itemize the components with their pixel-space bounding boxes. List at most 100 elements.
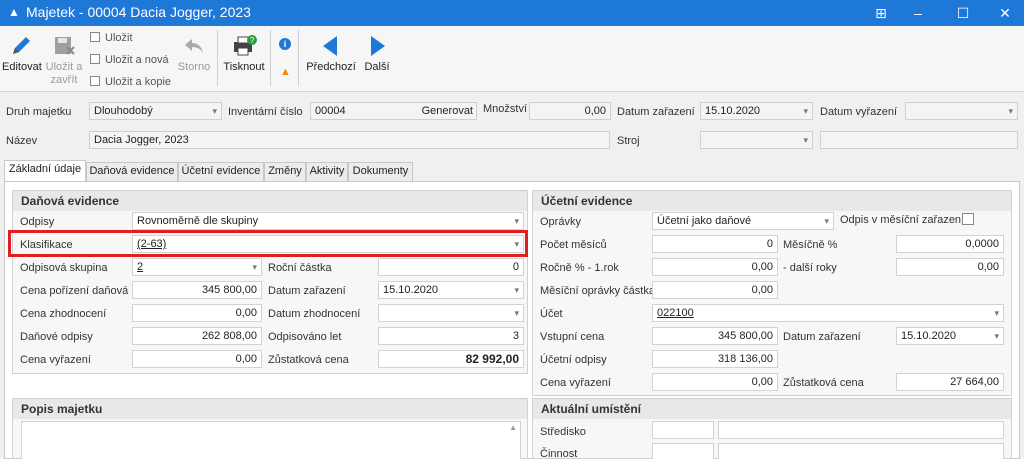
druh-select[interactable]: Dlouhodobý [89,102,222,120]
qty-field[interactable]: 0,00 [529,102,611,120]
dalsi-roky-field[interactable]: 0,00 [896,258,1004,276]
stredisko-name-field[interactable] [718,421,1004,439]
ucet-zustatkova-cena-field[interactable]: 27 664,00 [896,373,1004,391]
save-button[interactable]: Uložit [90,32,133,44]
minimize-button[interactable]: – [903,2,933,24]
inv-label: Inventární číslo [228,106,303,118]
ucet-select[interactable]: 022100 [652,304,1004,322]
date-in-label: Datum zařazení [617,106,695,118]
vstupni-cena-field[interactable]: 345 800,00 [652,327,778,345]
cena-vyrazeni-field[interactable]: 0,00 [132,350,262,368]
ucet-cena-vyrazeni-label: Cena vyřazení [540,377,611,389]
toolbar: Editovat Uložit a zavřít Uložit Uložit a… [0,26,1024,92]
cena-porizeni-field[interactable]: 345 800,00 [132,281,262,299]
stroj-select[interactable] [700,131,813,149]
app-logo-icon: ▲ [8,5,20,19]
svg-text:?: ? [250,36,255,45]
datum-zarazeni-field[interactable]: 15.10.2020 [378,281,524,299]
rocni-castka-label: Roční částka [268,262,332,274]
cinnost-label: Činnost [540,448,578,459]
cena-zhodnoceni-field[interactable]: 0,00 [132,304,262,322]
stredisko-code-field[interactable] [652,421,714,439]
rocni-castka-field[interactable]: 0 [378,258,524,276]
stroj-name-field[interactable] [820,131,1018,149]
odpis-mesic-checkbox[interactable] [962,213,974,225]
ucet-datum-zarazeni-label: Datum zařazení [783,331,861,343]
date-out-field[interactable] [905,102,1018,120]
cena-vyrazeni-label: Cena vyřazení [20,354,91,366]
ucet-datum-zarazeni-field[interactable]: 15.10.2020 [896,327,1004,345]
scroll-up-icon[interactable]: ▲ [509,423,517,432]
date-in-field[interactable]: 15.10.2020 [700,102,813,120]
rocne-field[interactable]: 0,00 [652,258,778,276]
ucet-cena-vyrazeni-field[interactable]: 0,00 [652,373,778,391]
ucet-label: Účet [540,308,563,320]
tax-group-title: Daňová evidence [13,191,527,211]
maximize-button[interactable]: ☐ [948,2,978,24]
odpisovano-let-field[interactable]: 3 [378,327,524,345]
druh-label: Druh majetku [6,106,72,118]
location-title: Aktuální umístění [533,399,1011,419]
ucetni-odpisy-label: Účetní odpisy [540,354,607,366]
save-close-icon [55,37,75,55]
tab-zmeny[interactable]: Změny [264,162,306,181]
next-button[interactable]: Další [362,34,392,73]
tab-danova[interactable]: Daňová evidence [86,162,178,181]
save-new-button[interactable]: Uložit a nová [90,54,169,66]
opravky-label: Oprávky [540,216,581,228]
save-icon [90,32,100,42]
opravky-select[interactable]: Účetní jako daňové [652,212,834,230]
pocet-mesicu-field[interactable]: 0 [652,235,778,253]
toolbar-separator [217,30,218,86]
inv-field[interactable]: 00004 Generovat [310,102,477,120]
ucet-zustatkova-cena-label: Zůstatková cena [783,377,864,389]
pencil-icon [13,37,30,54]
cancel-button[interactable]: Storno [176,34,212,73]
vstupni-cena-label: Vstupní cena [540,331,605,343]
mesicni-opravky-field[interactable]: 0,00 [652,281,778,299]
odpisova-skupina-label: Odpisová skupina [20,262,108,274]
zustatkova-cena-field[interactable]: 82 992,00 [378,350,524,368]
mesicne-field[interactable]: 0,0000 [896,235,1004,253]
save-close-button[interactable]: Uložit a zavřít [44,34,84,87]
name-label: Název [6,135,38,147]
bell-icon[interactable]: ▲ [280,66,291,78]
description-textarea[interactable] [21,421,521,459]
save-copy-button[interactable]: Uložit a kopie [90,76,171,88]
name-field[interactable]: Dacia Jogger, 2023 [89,131,610,149]
tab-aktivity[interactable]: Aktivity [306,162,348,181]
danove-odpisy-label: Daňové odpisy [20,331,93,343]
odpis-mesic-label: Odpis v měsíční zařazení [840,214,965,226]
datum-zarazeni-label: Datum zařazení [268,285,346,297]
tab-ucetni[interactable]: Účetní evidence [178,162,264,181]
edit-button[interactable]: Editovat [2,34,42,73]
undo-icon [185,39,203,53]
cinnost-name-field[interactable] [718,443,1004,459]
odpisy-select[interactable]: Rovnoměrně dle skupiny [132,212,524,230]
rocne-label: Ročně % - 1.rok [540,262,619,274]
odpisova-skupina-select[interactable]: 2 [132,258,262,276]
highlight-box [8,230,528,257]
tab-zakladni[interactable]: Základní údaje [4,160,86,182]
printer-icon: ? [234,35,257,56]
info-icon[interactable]: i [279,38,291,50]
pocet-mesicu-label: Počet měsíců [540,239,607,251]
tab-dokumenty[interactable]: Dokumenty [348,162,413,181]
print-button[interactable]: ? Tisknout [222,34,266,73]
danove-odpisy-field[interactable]: 262 808,00 [132,327,262,345]
ucetni-odpisy-field[interactable]: 318 136,00 [652,350,778,368]
previous-button[interactable]: Předchozí [305,34,357,73]
arrow-left-icon [323,36,337,56]
cinnost-code-field[interactable] [652,443,714,459]
restore-layout-icon[interactable]: ⊞ [866,2,896,24]
dalsi-roky-label: - další roky [783,262,837,274]
generate-button[interactable]: Generovat [422,103,473,119]
arrow-right-icon [371,36,385,56]
qty-label: Množství [483,103,528,115]
mesicne-label: Měsíčně % [783,239,838,251]
description-group: Popis majetku ▲ [12,398,528,459]
close-button[interactable]: ✕ [990,2,1020,24]
mesicni-opravky-label: Měsíční oprávky částka [540,285,655,297]
cena-zhodnoceni-label: Cena zhodnocení [20,308,107,320]
datum-zhodnoceni-field[interactable] [378,304,524,322]
